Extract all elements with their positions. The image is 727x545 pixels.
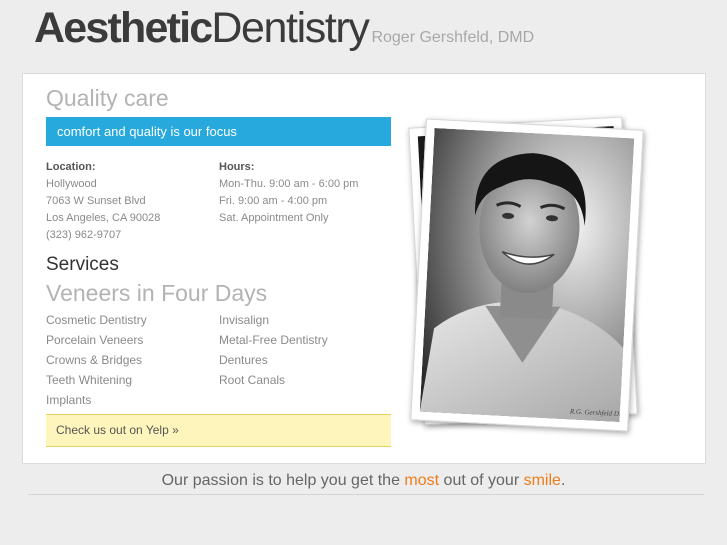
- footer-divider: [28, 494, 704, 495]
- tagline-part: out of your: [439, 472, 524, 489]
- location-line: Hollywood: [46, 178, 97, 190]
- tagline-highlight-smile: smile: [523, 472, 561, 489]
- phone-number: (323) 962-9707: [46, 229, 122, 241]
- doctor-photo-stack: R.G. Gershfeld D.D.S.: [408, 116, 644, 440]
- hours-line: Fri. 9:00 am - 4:00 pm: [219, 195, 328, 207]
- site-logo[interactable]: Aesthetic Dentistry Roger Gershfeld, DMD: [34, 4, 534, 53]
- service-item: Teeth Whitening: [46, 373, 133, 387]
- tagline-highlight-most: most: [404, 472, 440, 489]
- yelp-link[interactable]: Check us out on Yelp »: [46, 414, 391, 447]
- hours-line: Mon-Thu. 9:00 am - 6:00 pm: [219, 178, 359, 190]
- services-list-left: Cosmetic Dentistry Porcelain Veneers Cro…: [46, 310, 147, 410]
- service-item: Implants: [46, 393, 92, 407]
- hours-block: Hours: Mon-Thu. 9:00 am - 6:00 pm Fri. 9…: [219, 159, 358, 227]
- services-list-right: Invisalign Metal-Free Dentistry Dentures…: [219, 310, 328, 390]
- services-heading: Services: [46, 254, 119, 275]
- passion-tagline: Our passion is to help you get the most …: [0, 472, 727, 490]
- quality-care-heading: Quality care: [46, 85, 169, 111]
- doctor-name: Roger Gershfeld, DMD: [371, 29, 535, 46]
- location-block: Location: Hollywood 7063 W Sunset Blvd L…: [46, 159, 160, 244]
- hours-line: Sat. Appointment Only: [219, 212, 329, 224]
- service-item: Dentures: [219, 353, 268, 367]
- service-item: Metal-Free Dentistry: [219, 333, 328, 347]
- location-line: 7063 W Sunset Blvd: [46, 195, 146, 207]
- location-heading: Location:: [46, 161, 96, 173]
- logo-word-aesthetic: Aesthetic: [34, 4, 213, 52]
- focus-tagline-bar: comfort and quality is our focus: [46, 117, 391, 146]
- logo-word-dentistry: Dentistry: [211, 4, 369, 52]
- tagline-part: .: [560, 472, 566, 489]
- veneers-subheading: Veneers in Four Days: [46, 280, 268, 306]
- doctor-photo: R.G. Gershfeld D.D.S.: [410, 118, 644, 432]
- service-item: Invisalign: [219, 313, 270, 327]
- hours-heading: Hours:: [219, 161, 255, 173]
- location-line: Los Angeles, CA 90028: [46, 212, 161, 224]
- tagline-part: Our passion is to help you get the: [161, 472, 405, 489]
- service-item: Root Canals: [219, 373, 286, 387]
- service-item: Crowns & Bridges: [46, 353, 143, 367]
- service-item: Cosmetic Dentistry: [46, 313, 147, 327]
- service-item: Porcelain Veneers: [46, 333, 144, 347]
